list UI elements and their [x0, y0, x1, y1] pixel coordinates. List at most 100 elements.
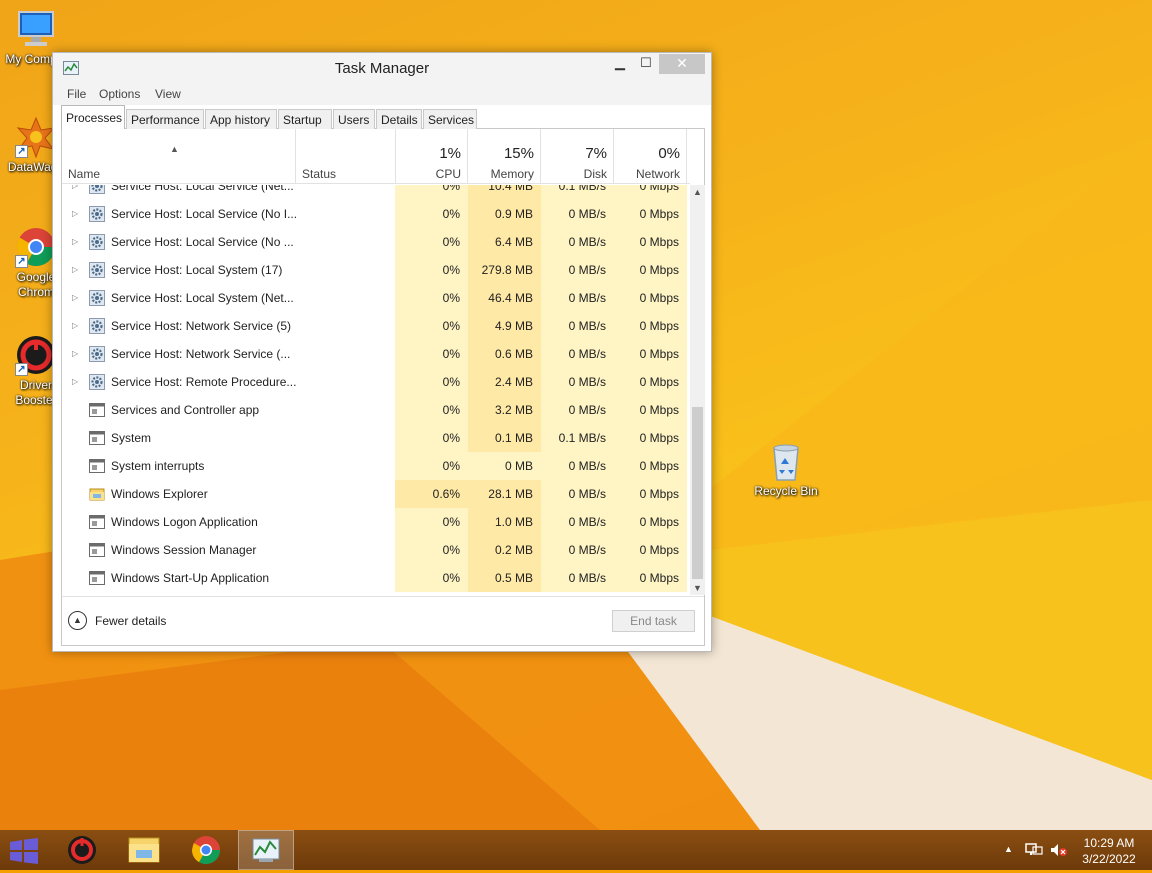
menu-view[interactable]: View	[155, 87, 181, 101]
tab-processes[interactable]: Processes	[61, 105, 125, 130]
volume-muted-icon[interactable]	[1050, 843, 1068, 857]
gear-icon	[89, 262, 105, 278]
window-app-icon	[89, 543, 105, 557]
expand-chevron-icon[interactable]: ▷	[72, 340, 78, 368]
header-name[interactable]: ▲ Name	[62, 129, 296, 184]
footer: ▲ Fewer details End task	[62, 596, 704, 645]
expand-chevron-icon[interactable]: ▷	[72, 228, 78, 256]
tab-app-history[interactable]: App history	[205, 109, 277, 129]
scrollbar-thumb[interactable]	[692, 407, 703, 579]
minimize-button[interactable]: ▁	[607, 54, 633, 74]
process-name: System	[111, 431, 152, 445]
process-row[interactable]: ▷ Service Host: Network Service (5) 0% 4.9 …	[62, 312, 690, 340]
scroll-up-icon[interactable]: ▲	[690, 185, 705, 199]
process-name: Windows Explorer	[111, 487, 208, 501]
file-explorer-icon	[128, 837, 160, 863]
process-row[interactable]: ▷ Service Host: Local System (Net... 0% 46.…	[62, 284, 690, 312]
network-value: 0 Mbps	[614, 340, 687, 368]
header-cpu[interactable]: 1% CPU	[396, 129, 468, 184]
taskbar-file-explorer[interactable]	[116, 830, 172, 870]
disk-value: 0.1 MB/s	[541, 424, 614, 452]
menu-options[interactable]: Options	[99, 87, 140, 101]
process-row[interactable]: System interrupts 0% 0 MB 0 MB/s 0 Mbps	[62, 452, 690, 480]
process-row[interactable]: Windows Start-Up Application 0% 0.5 MB 0 MB…	[62, 564, 690, 592]
system-clock[interactable]: 10:29 AM 3/22/2022	[1070, 835, 1148, 867]
process-row[interactable]: Windows Explorer 0.6% 28.1 MB 0 MB/s 0 Mbps	[62, 480, 690, 508]
expand-chevron-icon[interactable]: ▷	[72, 200, 78, 228]
memory-value: 10.4 MB	[468, 185, 541, 200]
maximize-button[interactable]: ☐	[633, 54, 659, 74]
window-app-icon	[89, 459, 105, 473]
tab-services[interactable]: Services	[423, 109, 477, 129]
menu-bar: File Options View	[53, 83, 711, 105]
disk-value: 0 MB/s	[541, 396, 614, 424]
network-value: 0 Mbps	[614, 564, 687, 592]
shortcut-arrow-icon: ↗	[15, 255, 28, 268]
end-task-button[interactable]: End task	[612, 610, 695, 632]
process-row[interactable]: Windows Logon Application 0% 1.0 MB 0 MB/s 0…	[62, 508, 690, 536]
expand-chevron-icon[interactable]: ▷	[72, 312, 78, 340]
gear-icon	[89, 206, 105, 222]
network-value: 0 Mbps	[614, 424, 687, 452]
header-disk[interactable]: 7% Disk	[541, 129, 614, 184]
vertical-scrollbar[interactable]: ▲ ▼	[690, 185, 705, 595]
taskbar-chrome[interactable]	[178, 830, 234, 870]
disk-value: 0.1 MB/s	[541, 185, 614, 200]
gear-icon	[89, 346, 105, 362]
tab-users[interactable]: Users	[333, 109, 375, 129]
expand-chevron-icon[interactable]: ▷	[72, 256, 78, 284]
process-name: Windows Logon Application	[111, 515, 258, 529]
task-manager-icon	[252, 838, 280, 862]
taskbar-driver-booster[interactable]	[54, 830, 110, 870]
disk-value: 0 MB/s	[541, 536, 614, 564]
expand-chevron-icon[interactable]: ▷	[72, 368, 78, 396]
cpu-value: 0%	[395, 228, 468, 256]
taskbar-task-manager[interactable]	[238, 830, 294, 870]
process-name: Service Host: Network Service (...	[111, 347, 291, 361]
header-network[interactable]: 0% Network	[614, 129, 687, 184]
network-icon[interactable]	[1025, 843, 1043, 857]
memory-value: 46.4 MB	[468, 284, 541, 312]
title-bar[interactable]: Task Manager ▁ ☐ ✕	[53, 53, 711, 83]
cpu-value: 0%	[395, 340, 468, 368]
recycle-bin-icon	[765, 440, 807, 482]
process-row[interactable]: ▷ Service Host: Network Service (... 0% 0.6…	[62, 340, 690, 368]
tab-performance[interactable]: Performance	[126, 109, 204, 129]
header-status[interactable]: Status	[296, 129, 396, 184]
tab-details[interactable]: Details	[376, 109, 422, 129]
process-row[interactable]: ▷ Service Host: Remote Procedure... 0% 2.4 …	[62, 368, 690, 396]
tray-expand-chevron-icon[interactable]: ▲	[1004, 844, 1013, 854]
network-value: 0 Mbps	[614, 256, 687, 284]
process-row[interactable]: Services and Controller app 0% 3.2 MB 0 MB/…	[62, 396, 690, 424]
expand-chevron-icon[interactable]: ▷	[72, 185, 78, 200]
expand-chevron-icon[interactable]: ▷	[72, 284, 78, 312]
memory-value: 279.8 MB	[468, 256, 541, 284]
process-name: Windows Session Manager	[111, 543, 257, 557]
process-row[interactable]: Windows Session Manager 0% 0.2 MB 0 MB/s 0 M…	[62, 536, 690, 564]
cpu-value: 0%	[395, 284, 468, 312]
tab-startup[interactable]: Startup	[278, 109, 332, 129]
datawage-icon: ↗	[15, 116, 57, 159]
network-value: 0 Mbps	[614, 452, 687, 480]
desktop-icon-recycle-bin[interactable]: Recycle Bin	[750, 440, 822, 499]
disk-value: 0 MB/s	[541, 452, 614, 480]
header-memory[interactable]: 15% Memory	[468, 129, 541, 184]
process-name: Service Host: Local System (Net...	[111, 291, 294, 305]
process-row[interactable]: ▷ Service Host: Local Service (Net... 0% 10…	[62, 185, 690, 200]
memory-value: 0.1 MB	[468, 424, 541, 452]
memory-value: 0.6 MB	[468, 340, 541, 368]
process-row[interactable]: ▷ Service Host: Local Service (No I... 0% 0…	[62, 200, 690, 228]
memory-value: 1.0 MB	[468, 508, 541, 536]
memory-value: 0.5 MB	[468, 564, 541, 592]
process-row[interactable]: ▷ Service Host: Local System (17) 0% 279.8 …	[62, 256, 690, 284]
scroll-down-icon[interactable]: ▼	[690, 581, 705, 595]
process-row[interactable]: System 0% 0.1 MB 0.1 MB/s 0 Mbps	[62, 424, 690, 452]
process-row[interactable]: ▷ Service Host: Local Service (No ... 0% 6.…	[62, 228, 690, 256]
cpu-value: 0%	[395, 312, 468, 340]
menu-file[interactable]: File	[67, 87, 86, 101]
windows-start-icon[interactable]	[10, 838, 38, 864]
memory-value: 3.2 MB	[468, 396, 541, 424]
chrome-icon	[192, 836, 220, 864]
close-button[interactable]: ✕	[659, 54, 705, 74]
cpu-value: 0%	[395, 256, 468, 284]
